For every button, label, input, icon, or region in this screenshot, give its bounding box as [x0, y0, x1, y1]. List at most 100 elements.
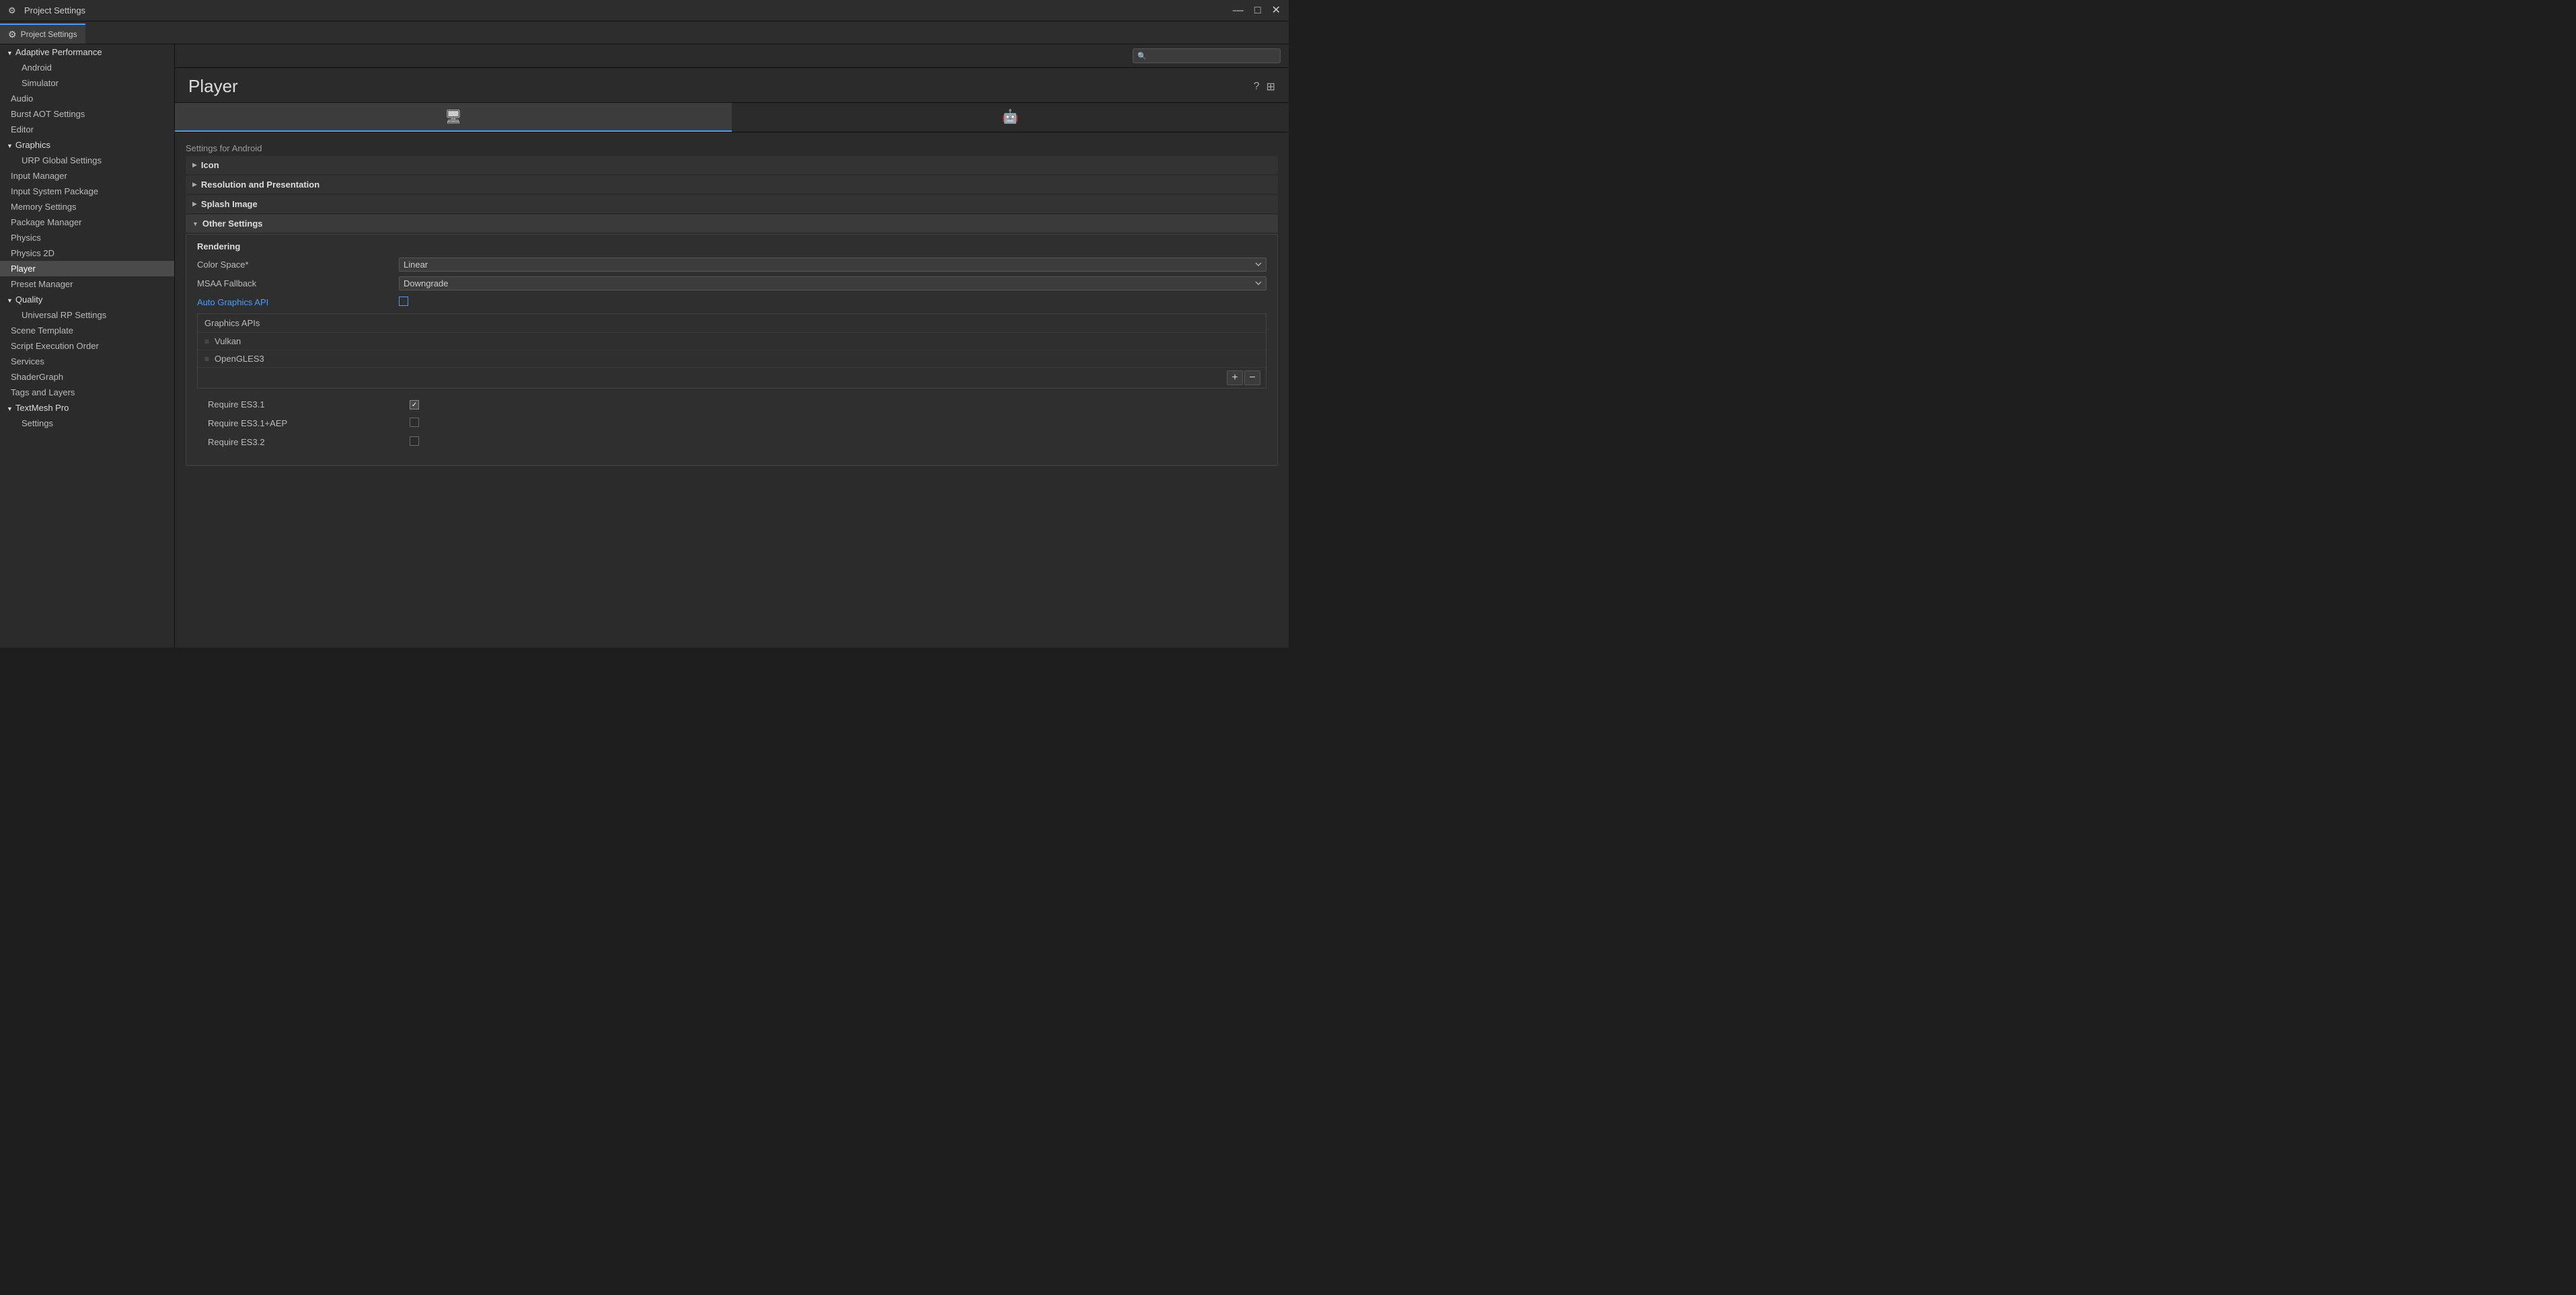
sidebar-item-editor[interactable]: Editor — [0, 122, 174, 137]
sidebar-item-preset-manager[interactable]: Preset Manager — [0, 276, 174, 292]
player-header: Player ? ⊞ — [175, 68, 1289, 103]
msaa-fallback-label: MSAA Fallback — [197, 278, 399, 288]
resolution-section-title: Resolution and Presentation — [201, 180, 319, 190]
sidebar-item-burst-aot[interactable]: Burst AOT Settings — [0, 106, 174, 122]
auto-graphics-api-value — [399, 297, 1266, 308]
drag-handle-icon[interactable]: ≡ — [204, 337, 209, 346]
require-es31-checkbox[interactable] — [410, 400, 419, 409]
sidebar-item-audio[interactable]: Audio — [0, 91, 174, 106]
sidebar-item-android[interactable]: Android — [0, 60, 174, 75]
require-es31aep-label: Require ES3.1+AEP — [208, 418, 410, 428]
sidebar-item-package-manager[interactable]: Package Manager — [0, 214, 174, 230]
other-settings-content: Rendering Color Space* Linear Gamma MSAA… — [186, 234, 1278, 466]
arrow-down-icon — [7, 140, 13, 150]
sidebar-item-input-system[interactable]: Input System Package — [0, 184, 174, 199]
opengles3-api-item: ≡ OpenGLES3 — [198, 350, 1266, 368]
platform-tab-android[interactable]: 🤖 — [732, 103, 1289, 132]
main-layout: Adaptive Performance Android Simulator A… — [0, 44, 1289, 648]
search-input[interactable] — [1149, 51, 1276, 61]
platform-tabs: 🖥 🤖 — [175, 103, 1289, 132]
section-arrow-down-icon: ▼ — [192, 221, 198, 227]
auto-graphics-api-label[interactable]: Auto Graphics API — [197, 297, 399, 307]
maximize-button[interactable]: □ — [1254, 5, 1261, 16]
drag-handle-icon[interactable]: ≡ — [204, 354, 209, 364]
desktop-icon: 🖥 — [445, 108, 461, 125]
graphics-apis-section: Graphics APIs ≡ Vulkan ≡ OpenGLES3 + − — [197, 313, 1266, 389]
sidebar-item-quality[interactable]: Quality — [0, 292, 174, 307]
minimize-button[interactable]: — — [1233, 5, 1244, 16]
layout-icon[interactable]: ⊞ — [1266, 80, 1275, 93]
sidebar-item-memory-settings[interactable]: Memory Settings — [0, 199, 174, 214]
tab-gear-icon: ⚙ — [8, 29, 17, 40]
require-es31aep-row: Require ES3.1+AEP — [208, 416, 1256, 430]
require-es32-checkbox[interactable] — [410, 436, 419, 446]
color-space-dropdown[interactable]: Linear Gamma — [399, 258, 1266, 272]
icon-section-header[interactable]: ▶ Icon — [186, 156, 1278, 174]
require-es32-row: Require ES3.2 — [208, 434, 1256, 449]
opengles3-label: OpenGLES3 — [215, 354, 264, 364]
icon-section-title: Icon — [201, 160, 219, 170]
help-icon[interactable]: ? — [1254, 81, 1260, 93]
close-button[interactable]: ✕ — [1272, 5, 1281, 16]
arrow-down-icon — [7, 47, 13, 57]
titlebar: ⚙ Project Settings — □ ✕ — [0, 0, 1289, 22]
sidebar-item-simulator[interactable]: Simulator — [0, 75, 174, 91]
require-es31aep-checkbox[interactable] — [410, 418, 419, 427]
api-list-controls: + − — [198, 368, 1266, 388]
resolution-section-header[interactable]: ▶ Resolution and Presentation — [186, 175, 1278, 194]
sidebar-item-graphics[interactable]: Graphics — [0, 137, 174, 153]
project-settings-tab[interactable]: ⚙ Project Settings — [0, 24, 85, 44]
player-title: Player — [188, 76, 238, 97]
section-arrow-icon: ▶ — [192, 161, 197, 169]
graphics-apis-header: Graphics APIs — [198, 314, 1266, 333]
require-es31-value — [410, 399, 1256, 410]
color-space-label: Color Space* — [197, 260, 399, 270]
tab-label: Project Settings — [21, 30, 77, 39]
splash-section-header[interactable]: ▶ Splash Image — [186, 195, 1278, 213]
sidebar-item-adaptive-performance[interactable]: Adaptive Performance — [0, 44, 174, 60]
platform-tab-desktop[interactable]: 🖥 — [175, 103, 732, 132]
arrow-down-icon — [7, 295, 13, 305]
sidebar-item-universal-rp[interactable]: Universal RP Settings — [0, 307, 174, 323]
msaa-fallback-value: Downgrade None — [399, 276, 1266, 290]
sidebar: Adaptive Performance Android Simulator A… — [0, 44, 175, 648]
auto-graphics-api-row: Auto Graphics API — [197, 295, 1266, 309]
sidebar-item-services[interactable]: Services — [0, 354, 174, 369]
search-icon: 🔍 — [1137, 52, 1147, 61]
sidebar-item-urp-global[interactable]: URP Global Settings — [0, 153, 174, 168]
window-controls: — □ ✕ — [1233, 5, 1281, 16]
sidebar-item-textmesh-pro[interactable]: TextMesh Pro — [0, 400, 174, 416]
section-arrow-icon: ▶ — [192, 181, 197, 188]
msaa-fallback-dropdown[interactable]: Downgrade None — [399, 276, 1266, 290]
search-input-wrap[interactable]: 🔍 — [1133, 48, 1281, 63]
sidebar-item-tags-and-layers[interactable]: Tags and Layers — [0, 385, 174, 400]
content-area: 🔍 Player ? ⊞ 🖥 🤖 Settings for Android — [175, 44, 1289, 648]
other-settings-section-header[interactable]: ▼ Other Settings — [186, 214, 1278, 233]
add-api-button[interactable]: + — [1227, 370, 1243, 385]
msaa-fallback-row: MSAA Fallback Downgrade None — [197, 276, 1266, 290]
es-requirements-section: Require ES3.1 Require ES3.1+AEP Require … — [197, 391, 1266, 459]
sidebar-item-player[interactable]: Player — [0, 261, 174, 276]
settings-content: Settings for Android ▶ Icon ▶ Resolution… — [175, 132, 1289, 474]
android-icon: 🤖 — [1002, 108, 1019, 125]
remove-api-button[interactable]: − — [1244, 370, 1260, 385]
sidebar-item-shader-graph[interactable]: ShaderGraph — [0, 369, 174, 385]
vulkan-api-item: ≡ Vulkan — [198, 333, 1266, 350]
other-settings-section-title: Other Settings — [202, 219, 263, 229]
color-space-value: Linear Gamma — [399, 258, 1266, 272]
auto-graphics-api-checkbox[interactable] — [399, 297, 408, 306]
sidebar-item-script-execution[interactable]: Script Execution Order — [0, 338, 174, 354]
app-icon: ⚙ — [8, 5, 19, 16]
tabbar: ⚙ Project Settings — [0, 22, 1289, 44]
sidebar-item-input-manager[interactable]: Input Manager — [0, 168, 174, 184]
sidebar-item-physics[interactable]: Physics — [0, 230, 174, 245]
titlebar-title: Project Settings — [24, 5, 1233, 15]
sidebar-item-tmp-settings[interactable]: Settings — [0, 416, 174, 431]
sidebar-item-physics-2d[interactable]: Physics 2D — [0, 245, 174, 261]
require-es31-label: Require ES3.1 — [208, 399, 410, 409]
require-es32-value — [410, 436, 1256, 448]
require-es31aep-value — [410, 418, 1256, 429]
search-bar: 🔍 — [175, 44, 1289, 68]
color-space-row: Color Space* Linear Gamma — [197, 257, 1266, 272]
sidebar-item-scene-template[interactable]: Scene Template — [0, 323, 174, 338]
